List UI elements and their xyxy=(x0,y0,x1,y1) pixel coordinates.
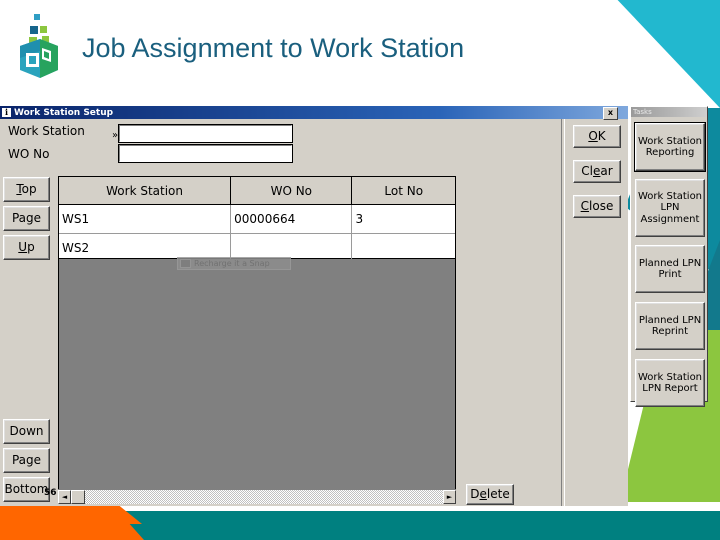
scrollbar-track[interactable] xyxy=(85,490,443,504)
tasks-panel-title: Tasks xyxy=(631,107,707,117)
nav-page-down-button[interactable]: Page xyxy=(3,448,50,473)
status-fragment: 56 xyxy=(44,488,57,498)
wo-no-input[interactable] xyxy=(118,144,293,163)
menu-planned-lpn-print-button[interactable]: Planned LPN Print xyxy=(635,245,705,293)
horizontal-scrollbar[interactable]: ◄ ► xyxy=(58,489,456,504)
info-icon: i xyxy=(2,108,11,117)
close-button[interactable]: Close xyxy=(573,195,621,218)
disabled-ghost-toolbar: Recharge it a Snap xyxy=(177,257,291,270)
cell-lot-no[interactable]: 3 xyxy=(351,204,455,234)
menu-line: Planned LPN xyxy=(638,257,702,269)
scroll-left-arrow-icon[interactable]: ◄ xyxy=(58,490,71,504)
menu-planned-lpn-reprint-button[interactable]: Planned LPN Reprint xyxy=(635,302,705,350)
work-station-grid[interactable]: Work Station WO No Lot No WS1 00000664 3… xyxy=(58,176,456,263)
nav-down-button[interactable]: Down xyxy=(3,419,50,444)
menu-line: Assignment xyxy=(640,213,700,225)
window-title: Work Station Setup xyxy=(14,107,114,118)
grid-header-row: Work Station WO No Lot No xyxy=(59,177,455,205)
menu-line: Print xyxy=(658,269,682,280)
cell-work-station[interactable]: WS1 xyxy=(59,204,232,234)
scroll-right-arrow-icon[interactable]: ► xyxy=(443,490,456,504)
menu-work-station-lpn-assignment-button[interactable]: Work Station LPN Assignment xyxy=(635,179,705,237)
window-titlebar[interactable]: i Work Station Setup x xyxy=(0,106,628,120)
menu-work-station-lpn-report-button[interactable]: Work Station LPN Report xyxy=(635,359,705,407)
work-station-marker-icon: » xyxy=(112,130,119,141)
grid-empty-area xyxy=(58,259,456,489)
menu-work-station-reporting-button[interactable]: Work Station Reporting xyxy=(635,123,705,171)
clear-button[interactable]: Clear xyxy=(573,160,621,183)
grid-table: Work Station WO No Lot No WS1 00000664 3… xyxy=(59,177,455,263)
tasks-panel: Tasks Work Station Reporting Work Statio… xyxy=(630,106,708,407)
work-station-label: Work Station xyxy=(8,124,85,138)
nav-top-button[interactable]: Top xyxy=(3,177,50,202)
delete-button[interactable]: Delete xyxy=(466,484,514,505)
page-title: Job Assignment to Work Station xyxy=(82,33,465,63)
grid-col-work-station[interactable]: Work Station xyxy=(59,177,232,205)
menu-line: Reporting xyxy=(645,147,695,158)
panel-divider xyxy=(561,119,565,506)
menu-line: Reprint xyxy=(651,326,689,337)
ok-button[interactable]: OK xyxy=(573,125,621,148)
menu-line: LPN Report xyxy=(642,383,698,394)
grid-col-wo-no[interactable]: WO No xyxy=(230,177,353,205)
table-row[interactable]: WS1 00000664 3 xyxy=(59,204,455,234)
nav-page-up-button[interactable]: Page xyxy=(3,206,50,231)
menu-line: Planned LPN xyxy=(638,314,702,326)
grid-col-lot-no[interactable]: Lot No xyxy=(351,177,455,205)
scrollbar-thumb[interactable] xyxy=(71,490,85,504)
disabled-tool-icon xyxy=(180,259,191,268)
work-station-input[interactable] xyxy=(118,124,293,143)
wo-no-label: WO No xyxy=(8,147,50,161)
menu-line: Work Station xyxy=(637,135,703,147)
menu-line: LPN xyxy=(660,202,680,214)
menu-line: Work Station xyxy=(637,191,703,203)
menu-line: Work Station xyxy=(637,371,703,383)
close-icon[interactable]: x xyxy=(603,107,618,120)
cell-wo-no[interactable]: 00000664 xyxy=(230,204,353,234)
work-station-setup-window: i Work Station Setup x Work Station WO N… xyxy=(0,106,628,506)
nav-up-button[interactable]: Up xyxy=(3,235,50,260)
cube-logo-icon xyxy=(20,14,58,78)
nav-bottom-button[interactable]: Bottom xyxy=(3,477,50,502)
disabled-ghost-label: Recharge it a Snap xyxy=(194,259,270,268)
